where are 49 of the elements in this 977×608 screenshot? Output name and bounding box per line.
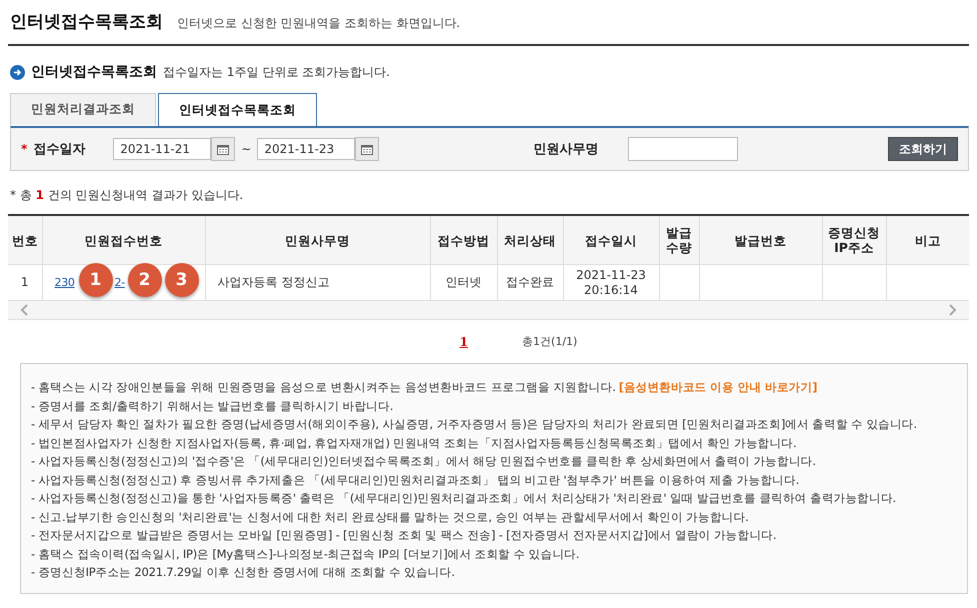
notice-text: - 홈택스 접속이력(접속일시, IP)은 [My홈택스]-나의정보-최근접속 IP의 [더보기]에서 조회할 수 있습니다.: [31, 546, 580, 560]
notice-text: - 세무서 담당자 확인 절차가 필요한 증명(납세증명서(해외이주용), 사실증명, 거주자증명서 등)은 담당자의 처리가 완료되면 [민원처리결과조회]에서 출력할 수 있습니다.: [31, 417, 917, 431]
annotation-marker: 1: [78, 263, 112, 297]
end-date-field[interactable]: 2021-11-23: [257, 138, 356, 160]
calendar-icon: [217, 144, 230, 154]
column-header: 민원사무명: [205, 215, 430, 264]
notice-text: - 사업자등록신청(정정신고) 후 증빙서류 추가제출은 「(세무대리인)민원처리결과조회」 탭의 비고란 '첨부추가' 버튼을 이용하여 제출 가능합니다.: [31, 472, 800, 486]
section-title: 인터넷접수목록조회: [31, 63, 157, 81]
notice-text: - 사업자등록신청(정정신고)의 '접수증'은 「(세무대리인)인터넷접수목록조회」에서 해당 민원접수번호를 클릭한 후 상세화면에서 출력이 가능합니다.: [31, 454, 816, 468]
tab[interactable]: 인터넷접수목록조회: [158, 93, 317, 126]
scroll-right-icon[interactable]: [949, 304, 957, 316]
column-header: 비고: [886, 215, 969, 264]
column-header: 민원접수번호: [42, 215, 205, 264]
column-header: 처리상태: [497, 215, 563, 264]
notice-text: - 전자문서지갑으로 발급받은 증명서는 모바일 [민원증명] - [민원신청 조회 및 팩스 전송] - [전자증명서 전자문서지갑]에서 열람이 가능합니다.: [31, 528, 776, 542]
calendar-button[interactable]: [211, 137, 236, 161]
page-title: 인터넷접수목록조회: [10, 11, 163, 33]
column-header: 접수일시: [563, 215, 659, 264]
page-description: 인터넷으로 신청한 민원내역을 조회하는 화면입니다.: [177, 15, 460, 32]
column-header: 번호: [8, 215, 42, 264]
page-link[interactable]: 1: [460, 334, 468, 348]
notice-text: - 사업자등록신청(정정신고)을 통한 '사업자등록증' 출력은 「(세무대리인)민원처리결과조회」에서 처리상태가 '처리완료' 일때 발급번호를 클릭하여 출력가능합니다.: [31, 491, 896, 505]
calendar-button[interactable]: [355, 137, 380, 161]
column-header: 발급 수량: [659, 215, 699, 264]
notice-text: - 홈택스는 시각 장애인분들을 위해 민원증명을 음성으로 변환시켜주는 음성변환바코드 프로그램을 지원합니다.: [31, 380, 616, 394]
receipt-link[interactable]: 2-: [114, 275, 125, 290]
calendar-icon: [361, 144, 374, 154]
column-header: 증명신청 IP주소: [822, 215, 886, 264]
column-header: 접수방법: [430, 215, 497, 264]
tab[interactable]: 민원처리결과조회: [10, 93, 156, 125]
receipt-link[interactable]: 230: [54, 276, 75, 289]
notice-text: - 증명신청IP주소는 2021.7.29일 이후 신청한 증명서에 대해 조회할 수 있습니다.: [31, 565, 455, 579]
result-summary: * 총 1 건의 민원신청내역 결과가 있습니다.: [10, 187, 244, 204]
annotation-marker: 2: [128, 263, 162, 297]
required-mark: *: [21, 142, 28, 156]
range-separator: ~: [241, 142, 252, 156]
office-field[interactable]: [628, 137, 738, 161]
scroll-left-icon[interactable]: [20, 304, 28, 316]
notice-text: - 법인본점사업자가 신청한 지점사업자(등록, 휴·폐업, 휴업자재개업) 민원내역 조회는「지점사업자등록등신청목록조회」탭에서 확인 가능합니다.: [31, 436, 796, 450]
annotation-marker: 3: [164, 263, 198, 297]
office-label: 민원사무명: [533, 141, 598, 158]
date-label: 접수일자: [33, 141, 86, 158]
column-header: 발급번호: [699, 215, 822, 264]
search-button[interactable]: 조회하기: [888, 137, 958, 161]
start-date-field[interactable]: 2021-11-21: [113, 138, 212, 160]
section-note: 접수일자는 1주일 단위로 조회가능합니다.: [163, 64, 390, 80]
page-total: 총1건(1/1): [522, 334, 578, 349]
notice-text: - 증명서를 조회/출력하기 위해서는 발급번호를 클릭하시기 바랍니다.: [31, 398, 394, 412]
notice-text: - 신고.납부기한 승인신청의 '처리완료'는 신청서에 대한 처리 완료상태를 말하는 것으로, 승인 여부는 관할세무서에서 확인이 가능합니다.: [31, 510, 749, 524]
